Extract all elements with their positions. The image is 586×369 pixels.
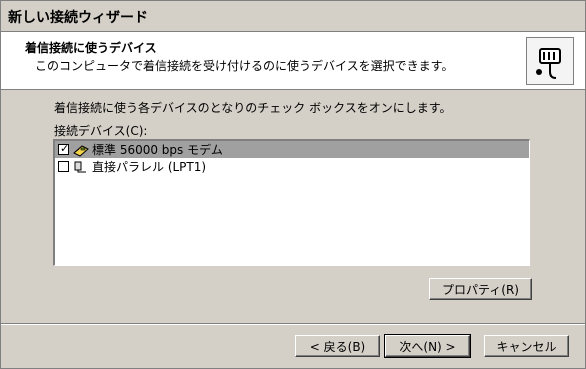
list-item-label: 標準 56000 bps モデム xyxy=(92,143,223,157)
title-bar: 新しい接続ウィザード xyxy=(1,1,585,32)
window-title: 新しい接続ウィザード xyxy=(8,10,148,26)
parallel-cable-icon xyxy=(74,161,86,172)
modem-icon xyxy=(73,144,89,157)
next-button[interactable]: 次へ(N) > xyxy=(384,334,471,358)
wizard-window: 新しい接続ウィザード 着信接続に使うデバイス このコンピュータで着信接続を受け付… xyxy=(0,0,586,369)
device-listbox[interactable]: 標準 56000 bps モデム 直接パラレル (LPT1) xyxy=(53,139,530,266)
properties-button[interactable]: プロパティ(R) xyxy=(429,278,532,300)
device-checkbox[interactable] xyxy=(58,142,69,155)
instruction-text: 着信接続に使う各デバイスのとなりのチェック ボックスをオンにします。 xyxy=(54,101,452,115)
wizard-header: 着信接続に使うデバイス このコンピュータで着信接続を受け付けるのに使うデバイスを… xyxy=(1,32,585,90)
device-checkbox[interactable] xyxy=(58,161,69,172)
header-subtitle: このコンピュータで着信接続を受け付けるのに使うデバイスを選択できます。 xyxy=(35,59,454,73)
list-item-label: 直接パラレル (LPT1) xyxy=(92,160,207,174)
back-button[interactable]: < 戻る(B) xyxy=(295,335,380,357)
list-item[interactable]: 標準 56000 bps モデム xyxy=(55,141,529,158)
header-title: 着信接続に使うデバイス xyxy=(25,41,157,55)
list-item[interactable]: 直接パラレル (LPT1) xyxy=(55,158,529,175)
cancel-button[interactable]: キャンセル xyxy=(484,335,569,357)
separator xyxy=(1,323,585,325)
plug-icon xyxy=(526,37,574,85)
device-list-label: 接続デバイス(C): xyxy=(54,124,148,138)
